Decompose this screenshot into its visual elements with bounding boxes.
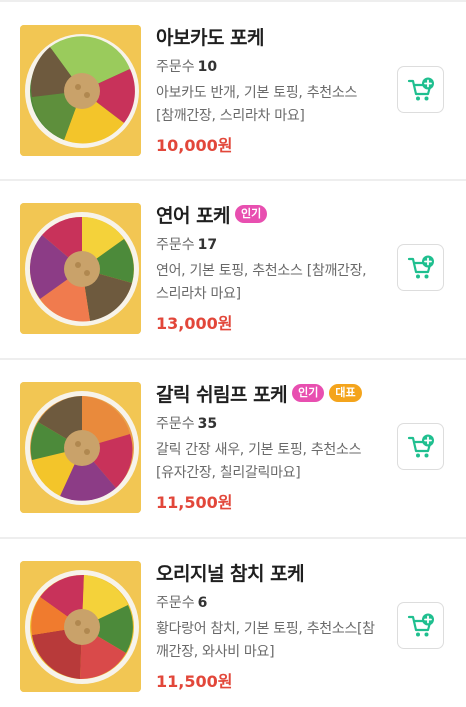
- menu-item-price: 10,000원: [156, 136, 233, 155]
- add-to-cart-button[interactable]: [397, 602, 444, 649]
- order-count: 주문수 10: [156, 57, 376, 77]
- menu-item-salmon-poke[interactable]: 연어 포케 인기 주문수 17 연어, 기본 토핑, 추천소스 [참깨간장, 스리…: [0, 181, 466, 360]
- badge-popular: 인기: [292, 384, 325, 402]
- order-count-label: 주문수: [156, 416, 195, 432]
- menu-item-info: 갈릭 쉬림프 포케 인기 대표 주문수 35 갈릭 간장 새우, 기본 토핑, 추…: [156, 380, 376, 514]
- menu-item-title: 갈릭 쉬림프 포케: [156, 383, 288, 406]
- menu-item-info: 연어 포케 인기 주문수 17 연어, 기본 토핑, 추천소스 [참깨간장, 스리…: [156, 201, 376, 335]
- order-count: 주문수 35: [156, 414, 376, 434]
- menu-item-photo[interactable]: [20, 561, 141, 692]
- menu-item-info: 오리지널 참치 포케 주문수 6 황다랑어 참치, 기본 토핑, 추천소스[참깨간…: [156, 559, 376, 693]
- menu-item-description: 아보카도 반개, 기본 토핑, 추천소스 [참깨간장, 스리라차 마요]: [156, 85, 358, 124]
- order-count-label: 주문수: [156, 595, 195, 611]
- menu-item-info: 아보카도 포케 주문수 10 아보카도 반개, 기본 토핑, 추천소스 [참깨간장…: [156, 23, 376, 157]
- cart-plus-icon: [407, 77, 434, 100]
- menu-item-photo[interactable]: [20, 25, 141, 156]
- menu-item-title: 연어 포케: [156, 204, 231, 227]
- cart-plus-icon: [407, 434, 434, 457]
- cart-plus-icon: [407, 255, 434, 278]
- menu-item-original-tuna-poke[interactable]: 오리지널 참치 포케 주문수 6 황다랑어 참치, 기본 토핑, 추천소스[참깨간…: [0, 539, 466, 707]
- badge-signature: 대표: [329, 384, 362, 402]
- order-count: 주문수 6: [156, 593, 376, 613]
- menu-item-price: 13,000원: [156, 314, 233, 333]
- order-count-value: 17: [197, 237, 218, 253]
- badge-popular: 인기: [235, 205, 268, 223]
- menu-item-description: 갈릭 간장 새우, 기본 토핑, 추천소스 [유자간장, 칠리갈릭마요]: [156, 442, 362, 481]
- menu-item-photo[interactable]: [20, 203, 141, 334]
- menu-item-title: 오리지널 참치 포케: [156, 562, 305, 585]
- order-count-value: 6: [197, 595, 208, 611]
- add-to-cart-button[interactable]: [397, 66, 444, 113]
- menu-item-avocado-poke[interactable]: 아보카도 포케 주문수 10 아보카도 반개, 기본 토핑, 추천소스 [참깨간장…: [0, 2, 466, 181]
- menu-item-title: 아보카도 포케: [156, 26, 265, 49]
- menu-item-garlic-shrimp-poke[interactable]: 갈릭 쉬림프 포케 인기 대표 주문수 35 갈릭 간장 새우, 기본 토핑, 추…: [0, 360, 466, 539]
- add-to-cart-button[interactable]: [397, 423, 444, 470]
- menu-item-description: 연어, 기본 토핑, 추천소스 [참깨간장, 스리라차 마요]: [156, 263, 367, 302]
- menu-item-description: 황다랑어 참치, 기본 토핑, 추천소스[참깨간장, 와사비 마요]: [156, 621, 375, 660]
- cart-plus-icon: [407, 613, 434, 636]
- order-count-label: 주문수: [156, 237, 195, 253]
- order-count-value: 35: [197, 416, 218, 432]
- menu-item-photo[interactable]: [20, 382, 141, 513]
- add-to-cart-button[interactable]: [397, 244, 444, 291]
- menu-item-price: 11,500원: [156, 672, 233, 691]
- menu-item-price: 11,500원: [156, 493, 233, 512]
- order-count-label: 주문수: [156, 59, 195, 75]
- order-count: 주문수 17: [156, 235, 376, 255]
- order-count-value: 10: [197, 59, 218, 75]
